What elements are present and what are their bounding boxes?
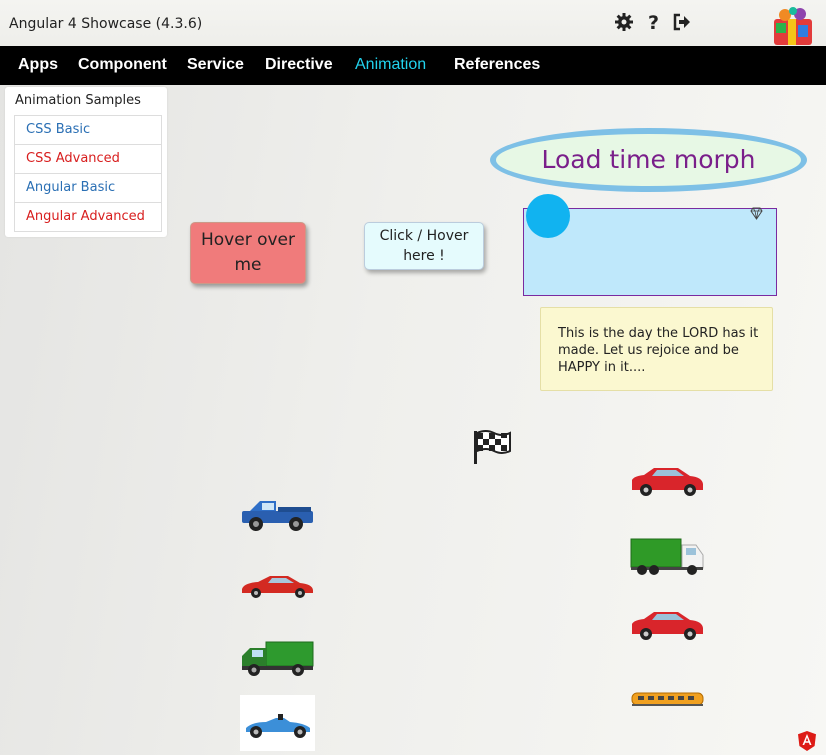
green-box-truck-icon [630,538,704,575]
checkered-flag-icon[interactable] [472,429,512,465]
race-car-tile [240,695,315,751]
nav-component[interactable]: Component [78,56,167,74]
red-sports-car-icon [242,576,313,598]
morph-label: Load time morph [541,145,756,174]
sign-out-icon[interactable] [672,12,692,32]
gear-icon[interactable] [614,12,634,32]
animated-ball [526,194,570,238]
quote-note: This is the day the LORD has it made. Le… [540,307,773,391]
samples-list: CSS Basic CSS Advanced Angular Basic Ang… [14,115,162,232]
angular-icon[interactable] [798,731,816,751]
diamond-icon[interactable] [750,207,763,220]
sidebar-item-angular-advanced[interactable]: Angular Advanced [15,202,161,231]
nav-directive[interactable]: Directive [265,56,333,74]
tram-icon [631,692,704,706]
panel-title: Animation Samples [15,93,141,108]
animation-samples-panel: Animation Samples CSS Basic CSS Advanced… [5,87,167,237]
nav-service[interactable]: Service [187,56,244,74]
green-truck-icon [242,641,314,676]
sidebar-item-css-basic[interactable]: CSS Basic [15,116,161,144]
gift-logo-icon [774,7,812,45]
sidebar-item-css-advanced[interactable]: CSS Advanced [15,144,161,173]
top-nav: Apps Component Service Directive Animati… [0,46,826,85]
blue-pickup-truck-icon [242,501,313,531]
nav-references[interactable]: References [454,56,540,74]
nav-animation[interactable]: Animation [355,56,426,74]
help-icon[interactable]: ? [644,12,664,32]
click-box-label: Click / Hover here ! [379,228,469,264]
nav-apps[interactable]: Apps [18,56,58,74]
title-bar: Angular 4 Showcase (4.3.6) ? [0,0,826,46]
svg-text:?: ? [648,12,659,32]
quote-text: This is the day the LORD has it made. Le… [558,326,759,375]
red-hatchback-icon-2 [632,612,703,640]
hover-over-me-box[interactable]: Hover over me [190,222,306,284]
blue-race-car-icon [246,714,310,738]
sidebar-item-angular-basic[interactable]: Angular Basic [15,173,161,202]
app-title: Angular 4 Showcase (4.3.6) [9,16,203,32]
red-hatchback-icon [632,468,703,496]
load-time-morph-ellipse: Load time morph [490,128,807,192]
click-hover-box[interactable]: Click / Hover here ! [364,222,484,270]
hover-box-label: Hover over me [200,230,295,275]
